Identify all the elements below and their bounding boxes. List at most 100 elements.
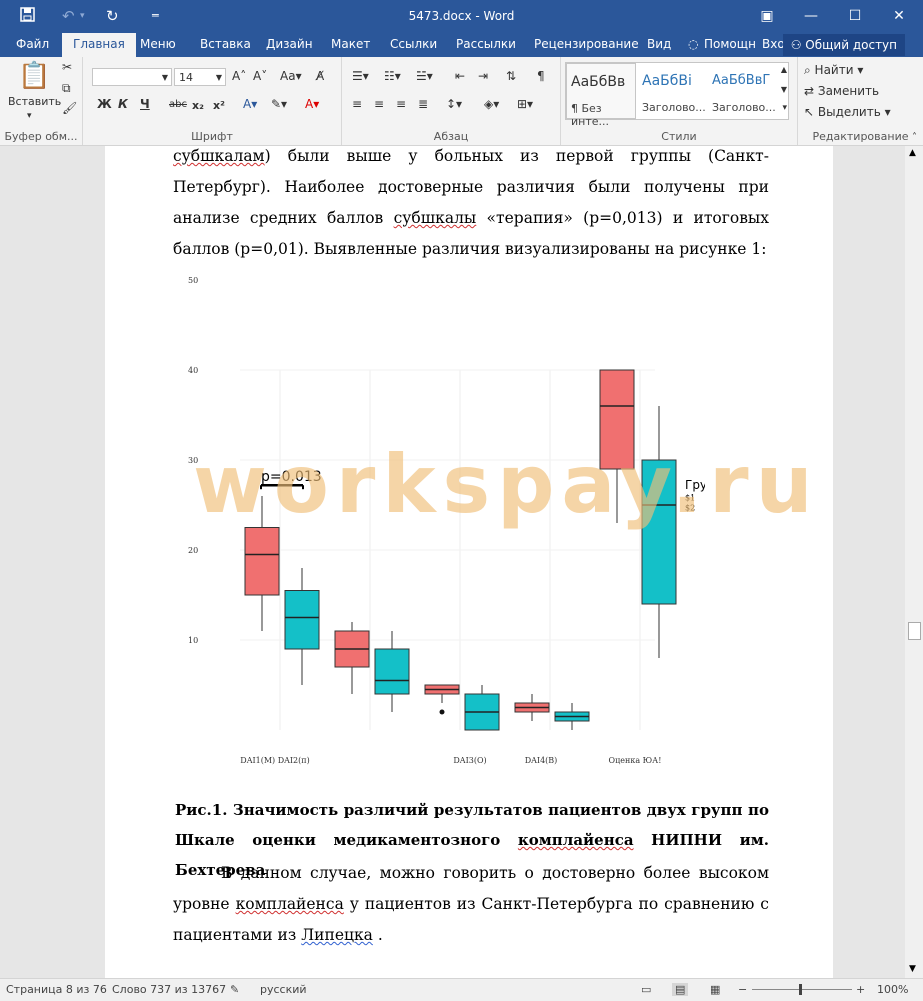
line-spacing-icon[interactable]: ↕▾ (446, 97, 462, 111)
spelling-error[interactable]: субшкалам (173, 147, 265, 165)
font-group: ▼ 14 ▼ A˄ A˅ Aa▾ A̸ Ж К Ч abc x₂ x² A▾ ✎▾… (83, 57, 342, 145)
superscript-button[interactable]: x² (213, 99, 225, 112)
paragraph-1: субшкалам) были выше у больных из первой… (173, 146, 769, 265)
copy-icon[interactable]: ⧉ (62, 81, 71, 96)
minimize-button[interactable]: — (796, 4, 826, 28)
style-name: Заголово... (642, 101, 706, 114)
multilevel-list-icon[interactable]: ☱▾ (416, 69, 433, 83)
sort-icon[interactable]: ⇅ (506, 69, 516, 83)
tab-home[interactable]: Главная (62, 33, 136, 57)
zoom-in-icon[interactable]: + (856, 983, 865, 996)
spelling-error[interactable]: комплайенса (518, 831, 634, 849)
proofing-icon[interactable]: ✎ (230, 983, 239, 996)
shading-icon[interactable]: ◈▾ (484, 97, 499, 111)
find-button[interactable]: ⌕ Найти ▾ (804, 63, 863, 78)
format-painter-icon[interactable]: 🖌 (62, 101, 77, 115)
vertical-scrollbar[interactable]: ▲ ▼ (905, 146, 923, 978)
bold-button[interactable]: Ж (97, 97, 112, 111)
zoom-out-icon[interactable]: − (738, 983, 747, 996)
shrink-font-icon[interactable]: A˅ (253, 69, 267, 83)
cut-icon[interactable]: ✂ (62, 60, 72, 74)
style-heading-1[interactable]: АаБбВі Заголово... (638, 63, 708, 119)
lightbulb-icon[interactable]: ◌ (688, 37, 698, 51)
read-mode-icon[interactable]: ▭ (641, 983, 651, 996)
scroll-up-icon[interactable]: ▲ (909, 148, 916, 158)
y-tick-label: 20 (188, 546, 198, 555)
styles-scroll-down-icon[interactable]: ▼ (781, 85, 787, 94)
spelling-error[interactable]: субшкалы (394, 209, 477, 227)
decrease-indent-icon[interactable]: ⇤ (455, 69, 465, 83)
x-tick-label: DAI3(O) (453, 756, 486, 765)
tab-mailings[interactable]: Рассылки (456, 37, 516, 51)
box-body (284, 590, 320, 650)
grammar-error[interactable]: Липецка (301, 926, 373, 944)
subscript-button[interactable]: x₂ (192, 99, 204, 112)
word-count[interactable]: Слово 737 из 13767 (112, 983, 226, 996)
style-sample: АаБбВі (642, 73, 692, 89)
select-button[interactable]: ↖ Выделить ▾ (804, 105, 891, 119)
print-layout-icon[interactable]: ▤ (672, 983, 689, 996)
align-center-icon[interactable]: ≡ (374, 97, 384, 111)
y-tick-label: 40 (188, 366, 198, 375)
document-area[interactable]: субшкалам) были выше у больных из первой… (0, 146, 905, 978)
zoom-level[interactable]: 100% (877, 983, 908, 996)
page-count[interactable]: Страница 8 из 76 (6, 983, 107, 996)
font-size-combo[interactable]: 14 ▼ (174, 68, 226, 86)
tab-menu[interactable]: Меню (140, 37, 176, 51)
underline-button[interactable]: Ч (140, 97, 150, 111)
spelling-error[interactable]: комплайенса (236, 895, 344, 913)
share-button[interactable]: ⚇ Общий доступ (782, 34, 905, 56)
text-effects-icon[interactable]: A▾ (243, 97, 257, 111)
ribbon: 📋 Вставить ▾ ✂ ⧉ 🖌 Буфер обм... ▼ 14 ▼ A˄… (0, 57, 923, 146)
tab-references[interactable]: Ссылки (390, 37, 437, 51)
pilcrow-icon[interactable]: ¶ (537, 69, 545, 83)
language[interactable]: русский (260, 983, 307, 996)
style-heading-2[interactable]: АаБбВвГ Заголово... (708, 63, 778, 119)
tab-layout[interactable]: Макет (331, 37, 370, 51)
justify-icon[interactable]: ≣ (418, 97, 428, 111)
zoom-thumb[interactable] (799, 984, 802, 995)
borders-icon[interactable]: ⊞▾ (517, 97, 533, 111)
close-button[interactable]: ✕ (884, 4, 914, 28)
styles-gallery: АаБбВв ¶ Без инте... АаБбВі Заголово... … (565, 62, 789, 128)
style-normal[interactable]: АаБбВв ¶ Без инте... (566, 63, 636, 128)
status-bar: Страница 8 из 76 Слово 737 из 13767 ✎ ру… (0, 978, 923, 1001)
tab-insert[interactable]: Вставка (200, 37, 251, 51)
maximize-button[interactable]: ☐ (840, 4, 870, 28)
tab-review[interactable]: Рецензирование (534, 37, 639, 51)
editing-label: Редактирование (812, 130, 909, 143)
replace-button[interactable]: ⇄ Заменить (804, 84, 879, 98)
document-page[interactable]: субшкалам) были выше у больных из первой… (105, 146, 833, 978)
styles-more-icon[interactable]: ▾ (782, 103, 787, 113)
paste-button[interactable]: Вставить (8, 95, 61, 108)
scroll-thumb[interactable] (908, 622, 921, 640)
grow-font-icon[interactable]: A˄ (232, 69, 246, 83)
scroll-down-icon[interactable]: ▼ (909, 964, 916, 974)
clear-formatting-icon[interactable]: A̸ (316, 69, 324, 83)
italic-button[interactable]: К (118, 97, 128, 111)
align-right-icon[interactable]: ≡ (396, 97, 406, 111)
tell-me-input[interactable]: Помощн (704, 37, 756, 51)
zoom-slider[interactable] (752, 989, 852, 990)
font-name-combo[interactable]: ▼ (92, 68, 172, 86)
bullets-icon[interactable]: ☰▾ (352, 69, 369, 83)
increase-indent-icon[interactable]: ⇥ (478, 69, 488, 83)
paste-dropdown-icon[interactable]: ▾ (27, 111, 32, 121)
numbering-icon[interactable]: ☷▾ (384, 69, 401, 83)
font-color-icon[interactable]: A▾ (305, 97, 319, 111)
highlight-icon[interactable]: ✎▾ (271, 97, 287, 111)
change-case-icon[interactable]: Aa▾ (280, 69, 302, 83)
style-sample: АаБбВвГ (712, 73, 771, 88)
cursor-icon: ↖ (804, 105, 818, 119)
ribbon-tabs: Файл Главная Меню Вставка Дизайн Макет С… (0, 33, 923, 57)
styles-scroll-up-icon[interactable]: ▲ (781, 65, 787, 74)
align-left-icon[interactable]: ≡ (352, 97, 362, 111)
tab-file[interactable]: Файл (16, 37, 49, 51)
collapse-ribbon-icon[interactable]: ˄ (912, 132, 917, 143)
ribbon-display-options-icon[interactable]: ▣ (752, 4, 782, 28)
tab-design[interactable]: Дизайн (266, 37, 313, 51)
strikethrough-button[interactable]: abc (169, 99, 187, 110)
tab-view[interactable]: Вид (647, 37, 671, 51)
paste-icon[interactable]: 📋 (18, 61, 50, 91)
web-layout-icon[interactable]: ▦ (710, 983, 720, 996)
